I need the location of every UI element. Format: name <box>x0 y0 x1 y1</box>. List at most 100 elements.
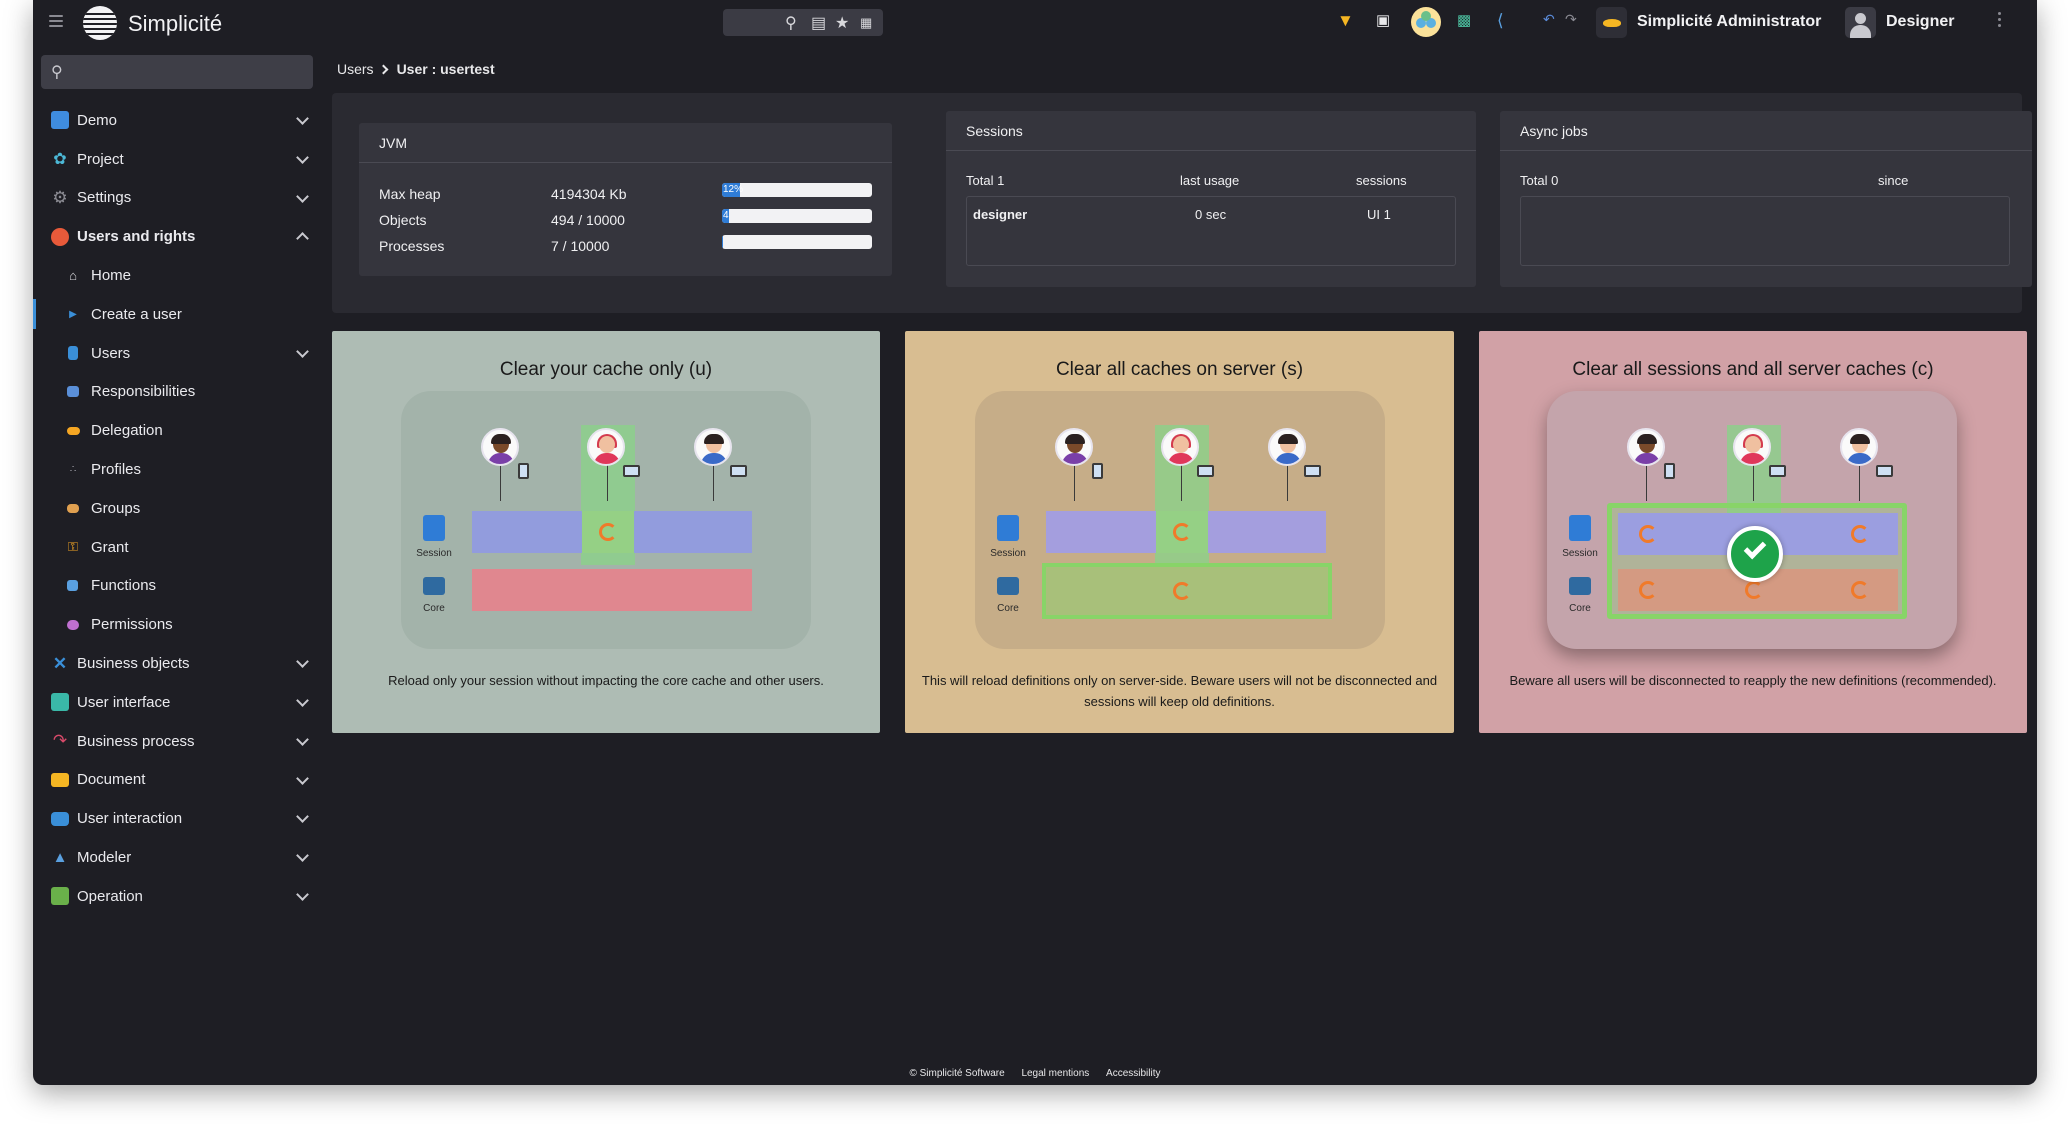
monitor-icon <box>1304 465 1321 477</box>
business-objects-icon: ✕ <box>52 653 68 673</box>
sidebar-item-groups[interactable]: Groups <box>33 489 321 528</box>
collaboration-icon[interactable] <box>1411 7 1441 37</box>
sidebar-item-create-a-user[interactable]: ▶ Create a user <box>33 295 321 334</box>
monitor-icon <box>623 465 640 477</box>
simplicite-logo-icon[interactable] <box>83 6 117 40</box>
sidebar-item-users[interactable]: Users <box>33 334 321 373</box>
panel-title: JVM <box>359 123 892 163</box>
chevron-down-icon[interactable] <box>296 112 309 125</box>
core-layer <box>472 569 752 611</box>
more-options-icon[interactable] <box>1998 12 2002 30</box>
groups-icon <box>67 503 79 513</box>
scope-icon[interactable] <box>1596 7 1627 38</box>
chevron-down-icon[interactable] <box>296 849 309 863</box>
star-icon[interactable]: ★ <box>835 13 849 33</box>
chevron-down-icon[interactable] <box>296 344 309 358</box>
session-label: Session <box>990 548 1026 559</box>
sessions-list[interactable]: designer 0 sec UI 1 <box>966 196 1456 266</box>
sidebar-item-settings[interactable]: ⚙ Settings <box>33 179 321 218</box>
sidebar-item-business-process[interactable]: ↷ Business process <box>33 722 321 761</box>
sidebar-item-project[interactable]: ✿ Project <box>33 140 321 179</box>
user-avatar <box>1268 428 1306 466</box>
sidebar-item-document[interactable]: Document <box>33 761 321 800</box>
global-search-box[interactable]: ⚲ ▤ ★ ▦ <box>723 9 883 36</box>
hamburger-menu-icon[interactable] <box>49 15 63 27</box>
sidebar-item-label: Demo <box>77 111 118 129</box>
clear-server-caches-card[interactable]: Clear all caches on server (s) Session C… <box>905 331 1454 733</box>
user-avatar-icon[interactable] <box>1845 7 1876 38</box>
user-name[interactable]: Designer <box>1886 13 1954 31</box>
chevron-down-icon[interactable] <box>296 655 309 669</box>
progress-bar: 12% <box>722 183 872 197</box>
sidebar-item-functions[interactable]: Functions <box>33 567 321 606</box>
server-icon <box>1569 515 1591 541</box>
sidebar-item-label: Responsibilities <box>91 383 196 401</box>
redo-icon[interactable]: ↷ <box>1565 11 1577 28</box>
sidebar-item-home[interactable]: ⌂ Home <box>33 256 321 295</box>
breadcrumb-parent[interactable]: Users <box>337 61 374 77</box>
chevron-down-icon[interactable] <box>296 771 309 785</box>
share-icon[interactable]: ⟨ <box>1497 11 1504 31</box>
sidebar-item-label: Permissions <box>91 616 173 634</box>
project-icon: ✿ <box>53 151 67 169</box>
chevron-down-icon[interactable] <box>296 189 309 203</box>
sidebar-item-grant[interactable]: ⚿ Grant <box>33 528 321 567</box>
async-jobs-list[interactable] <box>1520 196 2010 266</box>
sidebar-item-operation[interactable]: Operation <box>33 877 321 916</box>
phone-icon <box>1092 463 1103 479</box>
chevron-up-icon[interactable] <box>296 232 309 246</box>
chevron-down-icon[interactable] <box>296 732 309 746</box>
chevron-down-icon[interactable] <box>296 888 309 901</box>
sidebar-item-user-interaction[interactable]: User interaction <box>33 799 321 838</box>
sidebar-item-user-interface[interactable]: User interface <box>33 683 321 722</box>
clear-all-sessions-card[interactable]: Clear all sessions and all server caches… <box>1479 331 2027 733</box>
flag-icon[interactable]: ▣ <box>1376 11 1390 29</box>
functions-icon <box>67 580 78 592</box>
jvm-label: Objects <box>379 212 427 228</box>
sessions-panel: Sessions Total 1 last usage sessions des… <box>946 111 1476 287</box>
sidebar-item-permissions[interactable]: Permissions <box>33 605 321 644</box>
undo-icon[interactable]: ↶ <box>1543 11 1555 28</box>
sidebar-item-label: Business process <box>77 732 195 750</box>
session-user[interactable]: designer <box>973 207 1027 222</box>
chevron-down-icon[interactable] <box>296 694 309 707</box>
menu-search-input[interactable]: ⚲ <box>41 55 313 89</box>
chat-icon <box>51 811 69 826</box>
column-header: sessions <box>1356 173 1407 188</box>
top-bar: Simplicité ⚲ ▤ ★ ▦ ▼ ▣ ▩ ⟨ ↶ ↷ Simplicit… <box>33 0 2037 46</box>
legal-mentions-link[interactable]: Legal mentions <box>1021 1068 1089 1079</box>
chevron-down-icon[interactable] <box>296 150 309 164</box>
user-avatar <box>1840 428 1878 466</box>
filter-icon[interactable]: ▼ <box>1337 11 1354 31</box>
list-icon[interactable]: ▤ <box>811 13 826 33</box>
sidebar-item-demo[interactable]: Demo <box>33 101 321 140</box>
sidebar-item-delegation[interactable]: Delegation <box>33 411 321 450</box>
delegation-icon <box>67 426 80 435</box>
database-icon <box>997 577 1019 595</box>
sidebar-item-label: Business objects <box>77 655 190 673</box>
sidebar-item-profiles[interactable]: ∴ Profiles <box>33 450 321 489</box>
progress-fill: 12% <box>722 183 744 197</box>
card-description: Beware all users will be disconnected to… <box>1509 673 1997 688</box>
sidebar-item-users-and-rights[interactable]: Users and rights <box>33 217 321 256</box>
user-avatar <box>1055 428 1093 466</box>
brand-name[interactable]: Simplicité <box>128 11 222 37</box>
column-header: last usage <box>1180 173 1240 188</box>
qrcode-icon[interactable]: ▦ <box>860 15 872 31</box>
server-icon <box>997 515 1019 541</box>
user-avatar <box>1627 428 1665 466</box>
profiles-icon: ∴ <box>69 464 77 476</box>
chevron-down-icon[interactable] <box>296 810 309 824</box>
search-icon[interactable]: ⚲ <box>785 13 797 33</box>
core-label: Core <box>1569 603 1591 614</box>
accessibility-link[interactable]: Accessibility <box>1106 1068 1160 1079</box>
sidebar-item-business-objects[interactable]: ✕ Business objects <box>33 644 321 683</box>
clear-user-cache-card[interactable]: Clear your cache only (u) Session Core R… <box>332 331 880 733</box>
folder-icon <box>51 772 69 787</box>
scope-label[interactable]: Simplicité Administrator <box>1637 13 1821 31</box>
sidebar-item-label: Functions <box>91 577 157 595</box>
sidebar-item-responsibilities[interactable]: Responsibilities <box>33 373 321 412</box>
monitor-icon[interactable]: ▩ <box>1457 11 1471 29</box>
sidebar-item-modeler[interactable]: ▲ Modeler <box>33 838 321 877</box>
sidebar-item-label: Project <box>77 150 124 168</box>
